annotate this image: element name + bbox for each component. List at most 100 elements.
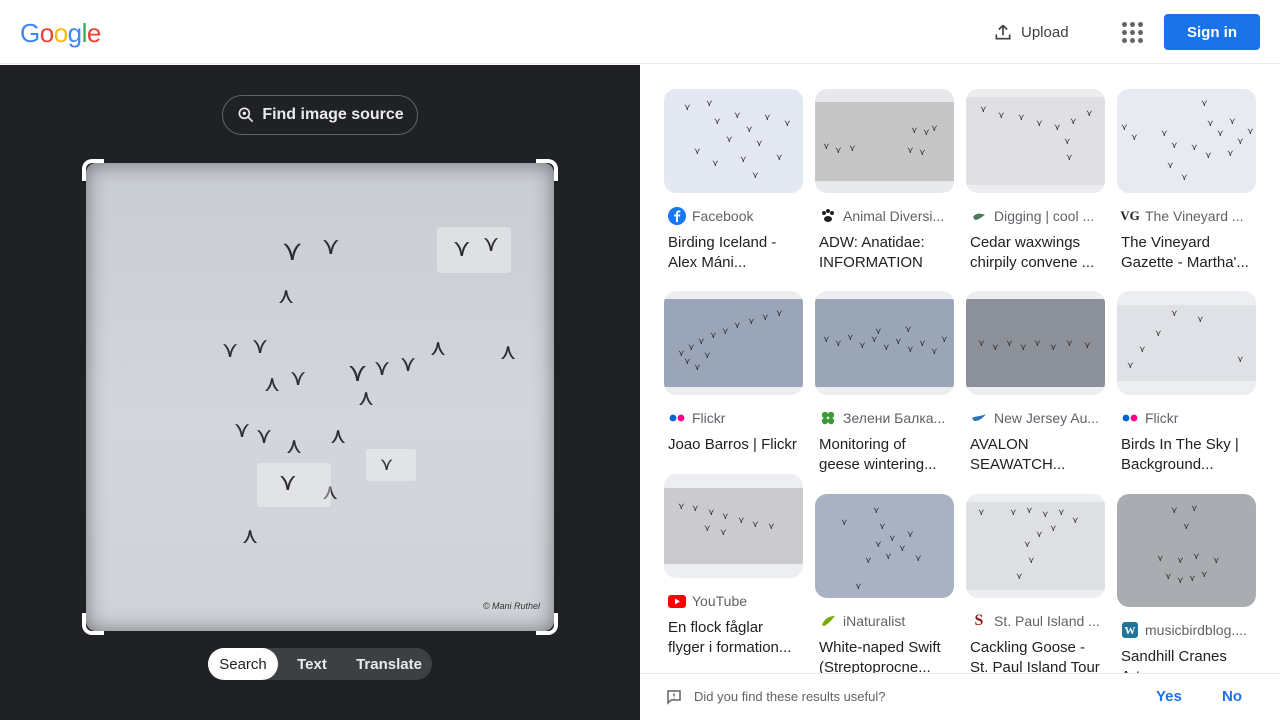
- result-thumbnail[interactable]: ⋎ ⋎ ⋎ ⋎ ⋎ ⋎: [1117, 291, 1256, 395]
- result-source[interactable]: Digging | cool ...: [966, 207, 1105, 225]
- logo-letter: o: [53, 18, 68, 48]
- result-title[interactable]: AVALON SEAWATCH...: [966, 435, 1100, 475]
- visual-matches-panel: ⋎ ⋎ ⋎ ⋎ ⋎ ⋎ ⋎ ⋎ ⋎ ⋎ ⋎ ⋎ ⋎ ⋎ Facebook Birding Iceland …: [640, 65, 1280, 673]
- result-thumbnail[interactable]: ⋎ ⋎ ⋎ ⋎ ⋎ ⋎ ⋎ ⋎ ⋎: [664, 474, 803, 578]
- result-source-label: Flickr: [1145, 410, 1179, 426]
- bird-silhouette: ⋏: [358, 385, 375, 410]
- bird-silhouette: ⋎: [234, 417, 251, 442]
- result-source[interactable]: Animal Diversi...: [815, 207, 954, 225]
- result-title[interactable]: En flock fåglar flyger i formation...: [664, 618, 798, 658]
- result-card[interactable]: ⋎ ⋎ ⋎ ⋎ ⋎ ⋎ ⋎ ⋎ ⋎ ⋎ ⋎ ⋎ ⋎ Зелени Балка... Monitoring…: [815, 291, 954, 475]
- feedback-icon: [667, 690, 681, 705]
- bird-silhouette: ⋎: [374, 355, 391, 380]
- result-source[interactable]: Зелени Балка...: [815, 409, 954, 427]
- tab-search[interactable]: Search: [208, 648, 278, 680]
- find-image-source-label: Find image source: [262, 106, 404, 123]
- result-title[interactable]: Joao Barros | Flickr: [664, 435, 798, 455]
- detected-object-highlight[interactable]: ⋎: [366, 449, 416, 481]
- find-image-source-button[interactable]: Find image source: [222, 95, 418, 135]
- result-source[interactable]: W musicbirdblog....: [1117, 621, 1256, 639]
- result-source-label: Flickr: [692, 410, 726, 426]
- tab-text[interactable]: Text: [278, 648, 346, 680]
- query-image[interactable]: ⋎ ⋎ ⋏ ⋎ ⋎ ⋏ ⋎ ⋎ ⋎ ⋎ ⋏ ⋏ ⋏ ⋎ ⋎ ⋏ ⋏ ⋏ ⋏ ⋎ ⋎…: [86, 163, 554, 631]
- result-source[interactable]: VG The Vineyard ...: [1117, 207, 1256, 225]
- result-title[interactable]: ADW: Anatidae: INFORMATION: [815, 233, 949, 273]
- result-card[interactable]: ⋎ ⋎ ⋎ ⋎ ⋎ ⋎ Flickr Birds In The Sky | Backgro…: [1117, 291, 1256, 475]
- facebook-icon: [668, 207, 686, 225]
- bird-silhouette: ⋏: [430, 335, 447, 360]
- s-logo-icon: S: [974, 612, 984, 629]
- result-title[interactable]: Cackling Goose - St. Paul Island Tour: [966, 638, 1100, 673]
- result-source-label: St. Paul Island ...: [994, 613, 1100, 629]
- feedback-yes-button[interactable]: Yes: [1156, 688, 1182, 705]
- result-card[interactable]: ⋎ ⋎ ⋎ ⋎ ⋎ ⋎ ⋎ ⋎ ⋎ ⋎ ⋎ ⋎ Flickr Joao Barros | Flickr: [664, 291, 803, 455]
- result-thumbnail[interactable]: ⋎ ⋎ ⋎ ⋎ ⋎ ⋎ ⋎ ⋎ ⋎ ⋎ ⋎: [815, 494, 954, 598]
- upload-button[interactable]: Upload: [985, 16, 1077, 48]
- result-card[interactable]: ⋎ ⋎ ⋎ ⋎ ⋎ ⋎ ⋎ ⋎ ⋎ ⋎ ⋎ ⋎ ⋎ ⋎ Facebook Birding Iceland …: [664, 89, 803, 273]
- result-source[interactable]: iNaturalist: [815, 612, 954, 630]
- apps-grid-icon[interactable]: [1116, 16, 1148, 48]
- result-source-label: musicbirdblog....: [1145, 622, 1247, 638]
- result-source[interactable]: S St. Paul Island ...: [966, 612, 1105, 630]
- inaturalist-icon: [819, 612, 837, 630]
- bird-silhouette: ⋎: [282, 235, 303, 266]
- result-source-label: Facebook: [692, 208, 754, 224]
- result-source[interactable]: New Jersey Au...: [966, 409, 1105, 427]
- result-card[interactable]: ⋎ ⋎ ⋎ ⋎ ⋎ ⋎ ⋎ ⋎ ⋎ Digging | cool ... Cedar waxwi…: [966, 89, 1105, 273]
- result-source-label: The Vineyard ...: [1145, 208, 1244, 224]
- result-thumbnail[interactable]: ⋎ ⋎ ⋎ ⋎ ⋎ ⋎ ⋎ ⋎ ⋎ ⋎ ⋎: [1117, 494, 1256, 607]
- result-title[interactable]: White-naped Swift (Streptoprocne...: [815, 638, 949, 673]
- result-title[interactable]: Birding Iceland - Alex Máni...: [664, 233, 798, 273]
- top-bar: Google Upload Sign in: [0, 0, 1280, 64]
- result-title[interactable]: Sandhill Cranes Art...: [1117, 647, 1251, 673]
- result-card[interactable]: ⋎ ⋎ ⋎ ⋎ ⋎ ⋎ ⋎ ⋎ ⋎ ⋎ ⋎ S St. Paul Island ... Cackli…: [966, 494, 1105, 673]
- feedback-question: Did you find these results useful?: [694, 689, 886, 704]
- detected-object-highlight[interactable]: ⋎: [257, 463, 331, 507]
- result-thumbnail[interactable]: ⋎ ⋎ ⋎ ⋎ ⋎ ⋎ ⋎ ⋎ ⋎ ⋎ ⋎: [966, 494, 1105, 598]
- google-logo[interactable]: Google: [20, 18, 101, 49]
- sign-in-button[interactable]: Sign in: [1164, 14, 1260, 50]
- result-thumbnail[interactable]: ⋎ ⋎ ⋎ ⋎ ⋎ ⋎ ⋎ ⋎: [966, 291, 1105, 395]
- result-title[interactable]: Monitoring of geese wintering...: [815, 435, 949, 475]
- result-source[interactable]: Flickr: [664, 409, 803, 427]
- tab-translate[interactable]: Translate: [346, 648, 432, 680]
- bird-silhouette: ⋎: [256, 423, 273, 448]
- result-thumbnail[interactable]: ⋎ ⋎ ⋎ ⋎ ⋎ ⋎ ⋎ ⋎ ⋎ ⋎ ⋎ ⋎: [664, 291, 803, 395]
- bird-silhouette: ⋏: [242, 523, 259, 548]
- bird-silhouette: ⋏: [500, 339, 517, 364]
- result-thumbnail[interactable]: ⋎ ⋎ ⋎ ⋎ ⋎ ⋎ ⋎ ⋎ ⋎ ⋎ ⋎ ⋎ ⋎ ⋎ ⋎: [1117, 89, 1256, 193]
- result-thumbnail[interactable]: ⋎ ⋎ ⋎ ⋎ ⋎ ⋎ ⋎ ⋎ ⋎ ⋎ ⋎ ⋎ ⋎ ⋎: [664, 89, 803, 193]
- wordpress-icon: W: [1121, 621, 1139, 639]
- logo-letter: e: [86, 18, 101, 48]
- flickr-icon: [668, 409, 686, 427]
- result-card[interactable]: ⋎ ⋎ ⋎ ⋎ ⋎ ⋎ ⋎ ⋎ New Jersey Au... AVALON SEAWATC…: [966, 291, 1105, 475]
- result-source-label: New Jersey Au...: [994, 410, 1100, 426]
- vg-icon: VG: [1120, 208, 1140, 223]
- result-source[interactable]: YouTube: [664, 592, 803, 610]
- result-source[interactable]: Flickr: [1117, 409, 1256, 427]
- image-watermark: © Mani Ruthel: [482, 601, 540, 611]
- result-card[interactable]: ⋎ ⋎ ⋎ ⋎ ⋎ ⋎ ⋎ ⋎ ⋎ ⋎ ⋎ ⋎ ⋎ ⋎ ⋎ VG The Vineyard ... The …: [1117, 89, 1256, 273]
- result-title[interactable]: The Vineyard Gazette - Martha'...: [1117, 233, 1251, 273]
- result-source-label: Зелени Балка...: [843, 410, 946, 426]
- bird-silhouette: ⋏: [264, 371, 281, 396]
- result-source[interactable]: Facebook: [664, 207, 803, 225]
- result-title[interactable]: Birds In The Sky | Background...: [1117, 435, 1251, 475]
- result-card[interactable]: ⋎ ⋎ ⋎ ⋎ ⋎ ⋎ ⋎ ⋎ Animal Diversi... ADW: Anatidae…: [815, 89, 954, 273]
- result-card[interactable]: ⋎ ⋎ ⋎ ⋎ ⋎ ⋎ ⋎ ⋎ ⋎ ⋎ ⋎ W musicbirdblog.... Sandhill…: [1117, 494, 1256, 673]
- result-card[interactable]: ⋎ ⋎ ⋎ ⋎ ⋎ ⋎ ⋎ ⋎ ⋎ ⋎ ⋎ iNaturalist White-naped Swif…: [815, 494, 954, 673]
- logo-letter: o: [39, 18, 54, 48]
- result-thumbnail[interactable]: ⋎ ⋎ ⋎ ⋎ ⋎ ⋎ ⋎ ⋎ ⋎: [966, 89, 1105, 193]
- result-card[interactable]: ⋎ ⋎ ⋎ ⋎ ⋎ ⋎ ⋎ ⋎ ⋎ YouTube En flock fåglar flyger…: [664, 474, 803, 658]
- mode-tabs: Search Text Translate: [208, 648, 432, 680]
- feedback-bar: Did you find these results useful? Yes N…: [640, 673, 1280, 720]
- bird-silhouette: ⋎: [322, 233, 340, 260]
- result-thumbnail[interactable]: ⋎ ⋎ ⋎ ⋎ ⋎ ⋎ ⋎ ⋎: [815, 89, 954, 193]
- bird-site-icon: [970, 207, 988, 225]
- upload-label: Upload: [1021, 23, 1069, 41]
- result-thumbnail[interactable]: ⋎ ⋎ ⋎ ⋎ ⋎ ⋎ ⋎ ⋎ ⋎ ⋎ ⋎ ⋎ ⋎: [815, 291, 954, 395]
- detected-object-highlight[interactable]: ⋎ ⋎: [437, 227, 511, 273]
- paw-icon: [819, 207, 837, 225]
- feedback-no-button[interactable]: No: [1222, 688, 1242, 705]
- result-title[interactable]: Cedar waxwings chirpily convene ...: [966, 233, 1100, 273]
